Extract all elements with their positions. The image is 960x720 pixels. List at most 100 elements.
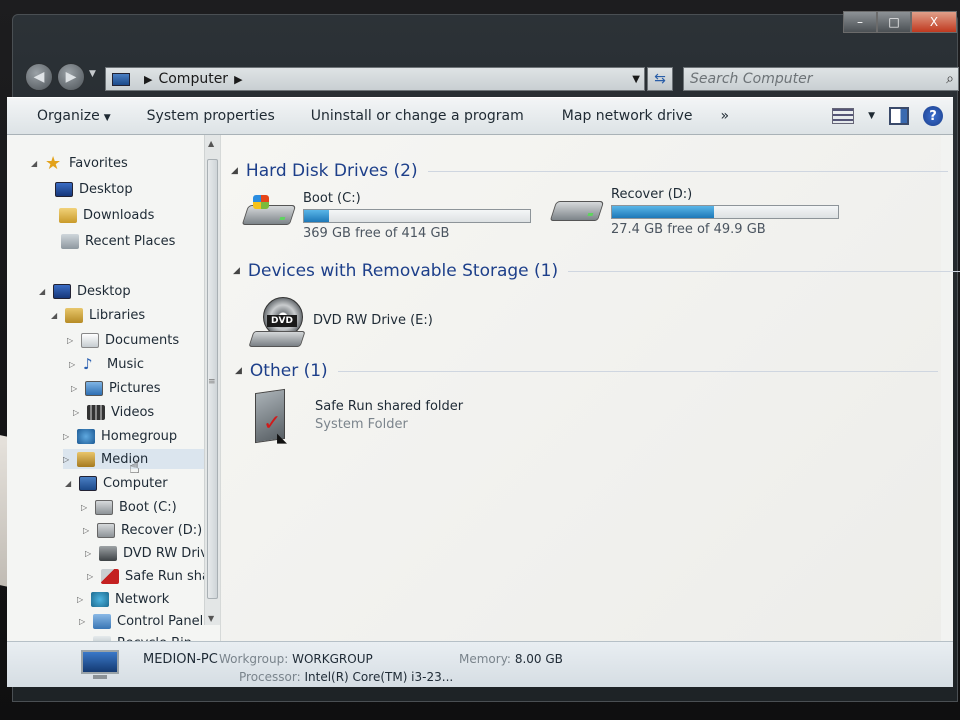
- videos-icon: [87, 404, 105, 420]
- computer-icon: [112, 72, 130, 86]
- nav-label: Downloads: [83, 207, 155, 223]
- windows-drive-icon: [95, 499, 113, 515]
- nav-videos[interactable]: ▷ Videos: [73, 402, 154, 422]
- nav-fav-downloads[interactable]: Downloads: [59, 205, 154, 225]
- desktop-icon: [55, 181, 73, 197]
- preview-pane-icon[interactable]: [889, 107, 909, 125]
- drive-name: Recover (D:): [611, 187, 693, 202]
- expand-icon[interactable]: ▷: [79, 617, 89, 626]
- nav-computer[interactable]: ◢ Computer: [65, 473, 168, 493]
- expand-icon[interactable]: ▷: [71, 384, 81, 393]
- drive-boot-c[interactable]: Boot (C:) 369 GB free of 414 GB: [241, 191, 531, 241]
- collapse-icon[interactable]: ◢: [51, 311, 61, 320]
- address-row: ◀ ▶ ▼ ▶ Computer ▶ ▼ ⇆ Search Computer ⌕: [13, 53, 959, 97]
- nav-homegroup[interactable]: ▷ Homegroup: [63, 426, 177, 446]
- music-note-icon: ♪: [83, 354, 93, 373]
- drive-dvd-e[interactable]: DVD RW Drive (E:): [313, 313, 433, 328]
- breadcrumb-computer[interactable]: Computer: [158, 71, 228, 87]
- nav-music[interactable]: ▷ ♪ Music: [69, 354, 144, 374]
- expand-icon[interactable]: ▷: [87, 572, 97, 581]
- view-controls: ▼ ?: [832, 106, 953, 126]
- expand-icon[interactable]: ▷: [77, 595, 87, 604]
- scroll-down-icon[interactable]: ▼: [208, 614, 214, 623]
- nav-label: Desktop: [77, 283, 131, 299]
- maximize-button[interactable]: □: [877, 11, 911, 33]
- nav-fav-desktop[interactable]: Desktop: [55, 179, 133, 199]
- capacity-bar-fill: [612, 206, 714, 218]
- scroll-up-icon[interactable]: ▲: [208, 139, 214, 148]
- expand-icon[interactable]: ▷: [63, 432, 73, 441]
- chevron-down-icon[interactable]: ▼: [632, 74, 640, 85]
- forward-button[interactable]: ▶: [57, 63, 85, 91]
- help-icon[interactable]: ?: [923, 106, 943, 126]
- safe-run-folder-icon[interactable]: ✓ ◣: [251, 388, 291, 446]
- refresh-button[interactable]: ⇆: [647, 67, 673, 91]
- nav-pictures[interactable]: ▷ Pictures: [71, 378, 160, 398]
- organize-label: Organize: [37, 108, 100, 124]
- nav-label: Recent Places: [85, 233, 176, 249]
- nav-favorites[interactable]: ◢ ★ Favorites: [31, 153, 128, 173]
- change-view-icon[interactable]: [832, 108, 855, 124]
- nav-libraries[interactable]: ◢ Libraries: [51, 305, 145, 325]
- grip-icon: ≡: [208, 377, 216, 387]
- group-removable-storage[interactable]: ◢ Devices with Removable Storage (1): [233, 261, 960, 281]
- processor-value: Intel(R) Core(TM) i3-23...: [304, 670, 454, 684]
- monitor-screen: [81, 650, 119, 674]
- safe-run-folder-item[interactable]: Safe Run shared folder System Folder: [315, 399, 463, 432]
- group-hard-disk-drives[interactable]: ◢ Hard Disk Drives (2): [231, 161, 948, 181]
- capacity-bar: [611, 205, 839, 219]
- collapse-icon[interactable]: ◢: [65, 479, 75, 488]
- map-network-drive-button[interactable]: Map network drive: [538, 108, 707, 124]
- minimize-button[interactable]: –: [843, 11, 877, 33]
- organize-button[interactable]: Organize ▼: [7, 108, 125, 124]
- desktop-icon: [53, 283, 71, 299]
- collapse-icon[interactable]: ◢: [39, 287, 49, 296]
- nav-documents[interactable]: ▷ Documents: [67, 330, 179, 350]
- breadcrumb-separator[interactable]: ▶: [234, 73, 242, 86]
- nav-control-panel[interactable]: ▷ Control Panel: [79, 611, 203, 631]
- workgroup-label: Workgroup:: [219, 652, 289, 666]
- nav-desktop[interactable]: ◢ Desktop: [39, 281, 131, 301]
- search-icon[interactable]: ⌕: [946, 71, 954, 87]
- capacity-bar: [303, 209, 531, 223]
- more-commands-button[interactable]: »: [707, 108, 744, 124]
- nav-recover-drive[interactable]: ▷ Recover (D:): [83, 520, 202, 540]
- chevron-down-icon[interactable]: ▼: [868, 111, 875, 121]
- nav-fav-recent-places[interactable]: Recent Places: [61, 231, 175, 251]
- nav-scrollbar[interactable]: ▲ ≡ ▼: [204, 135, 220, 625]
- drive-recover-d[interactable]: Recover (D:) 27.4 GB free of 49.9 GB: [549, 187, 839, 237]
- expand-icon[interactable]: ▷: [81, 503, 91, 512]
- recent-places-icon: [61, 233, 79, 249]
- expand-icon[interactable]: ▷: [63, 455, 73, 464]
- collapse-icon[interactable]: ◢: [31, 159, 41, 168]
- expand-icon[interactable]: ▷: [85, 549, 95, 558]
- system-properties-button[interactable]: System properties: [125, 108, 289, 124]
- nav-dvd-drive[interactable]: ▷ DVD RW Drive (: [85, 543, 220, 563]
- group-divider: [337, 370, 938, 372]
- back-button[interactable]: ◀: [25, 63, 53, 91]
- expand-icon[interactable]: ▷: [73, 408, 83, 417]
- nav-network[interactable]: ▷ Network: [77, 589, 169, 609]
- nav-saferun-folder[interactable]: ▷ Safe Run share: [87, 566, 220, 586]
- close-button[interactable]: X: [911, 11, 957, 33]
- expand-icon[interactable]: ▷: [83, 526, 93, 535]
- dvd-drive-icon[interactable]: DVD: [248, 297, 306, 349]
- collapse-icon[interactable]: ◢: [233, 266, 240, 276]
- nav-boot-drive[interactable]: ▷ Boot (C:): [81, 497, 177, 517]
- windows-logo-icon: [253, 195, 269, 209]
- libraries-icon: [65, 307, 83, 323]
- collapse-icon[interactable]: ◢: [235, 366, 242, 376]
- recent-pages-dropdown[interactable]: ▼: [89, 69, 96, 79]
- collapse-icon[interactable]: ◢: [231, 166, 238, 176]
- address-bar[interactable]: ▶ Computer ▶ ▼: [105, 67, 645, 91]
- arrow-right-icon: ▶: [65, 69, 77, 85]
- expand-icon[interactable]: ▷: [67, 336, 77, 345]
- nav-label: Libraries: [89, 307, 146, 323]
- nav-label: Desktop: [79, 181, 133, 197]
- search-input[interactable]: Search Computer ⌕: [683, 67, 959, 91]
- group-other[interactable]: ◢ Other (1): [235, 361, 938, 381]
- pc-name: MEDION-PC: [143, 652, 218, 667]
- expand-icon[interactable]: ▷: [69, 360, 79, 369]
- uninstall-program-button[interactable]: Uninstall or change a program: [289, 108, 538, 124]
- group-divider: [568, 270, 960, 272]
